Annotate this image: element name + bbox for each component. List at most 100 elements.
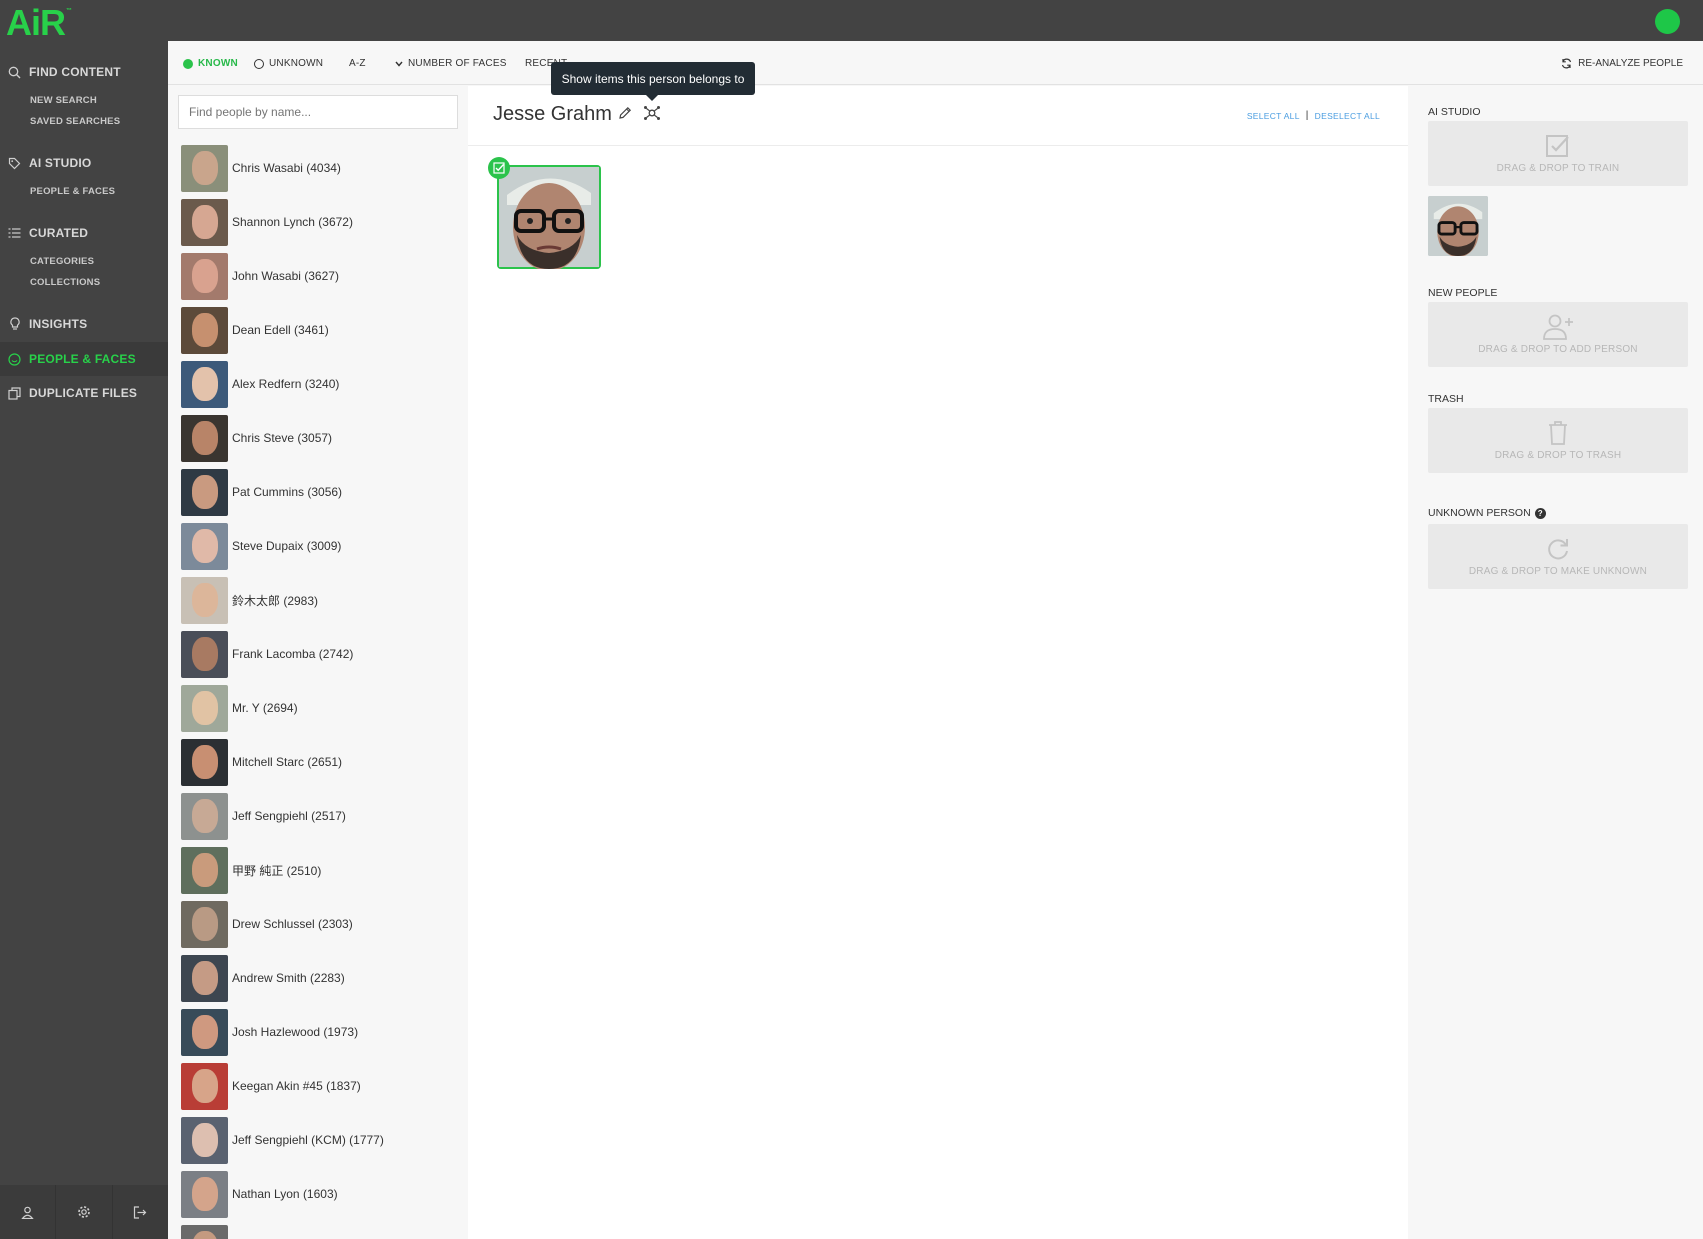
training-face-thumbnail[interactable] <box>1428 196 1488 256</box>
person-name: Jeff Sengpiehl (KCM) (1777) <box>232 1133 384 1147</box>
nav-people-faces-sub[interactable]: PEOPLE & FACES <box>30 186 115 197</box>
drop-zone-add-person-label: DRAG & DROP TO ADD PERSON <box>1478 344 1638 355</box>
sort-az[interactable]: A-Z <box>349 58 366 69</box>
nav-new-search[interactable]: NEW SEARCH <box>30 95 97 106</box>
person-name-title: Jesse Grahm <box>493 103 612 125</box>
people-list: Chris Wasabi (4034) Shannon Lynch (3672) J… <box>181 141 384 1239</box>
person-row[interactable]: Frank Lacomba (2742) <box>181 627 384 681</box>
find-people-input[interactable] <box>178 95 458 129</box>
person-row[interactable]: Pat Cummins (3056) <box>181 465 384 519</box>
tag-icon <box>7 156 22 170</box>
filter-known[interactable]: KNOWN <box>183 58 238 69</box>
person-avatar <box>181 522 228 570</box>
add-person-icon <box>1543 314 1573 340</box>
person-avatar <box>181 1170 228 1218</box>
person-row[interactable] <box>181 1221 384 1239</box>
nav-categories[interactable]: CATEGORIES <box>30 256 94 267</box>
person-row[interactable]: Dean Edell (3461) <box>181 303 384 357</box>
nav-people-faces[interactable]: PEOPLE & FACES <box>7 350 136 368</box>
person-name: Jeff Sengpiehl (2517) <box>232 809 346 823</box>
user-icon[interactable] <box>0 1185 57 1239</box>
person-row[interactable]: Keegan Akin #45 (1837) <box>181 1059 384 1113</box>
person-name: John Wasabi (3627) <box>232 269 339 283</box>
person-detail: Jesse Grahm SELECT ALL | DESELECT ALL <box>468 86 1408 1239</box>
person-avatar <box>181 684 228 732</box>
copy-icon <box>7 386 22 400</box>
nav-collections[interactable]: COLLECTIONS <box>30 277 100 288</box>
person-name: Mitchell Starc (2651) <box>232 755 343 769</box>
nav-curated[interactable]: CURATED <box>7 224 88 242</box>
person-name: Alex Redfern (3240) <box>232 377 340 391</box>
sidebar: FIND CONTENT NEW SEARCH SAVED SEARCHES A… <box>0 41 168 1239</box>
person-name: Andrew Smith (2283) <box>232 971 345 985</box>
drop-zone-train[interactable]: DRAG & DROP TO TRAIN <box>1428 121 1688 186</box>
person-avatar <box>181 954 228 1002</box>
select-all-link[interactable]: SELECT ALL <box>1247 111 1300 121</box>
person-row[interactable]: Jeff Sengpiehl (KCM) (1777) <box>181 1113 384 1167</box>
person-name: Shannon Lynch (3672) <box>232 215 353 229</box>
person-avatar <box>181 900 228 948</box>
person-name: Steve Dupaix (3009) <box>232 539 342 553</box>
person-row[interactable]: Chris Wasabi (4034) <box>181 141 384 195</box>
drop-zone-train-label: DRAG & DROP TO TRAIN <box>1496 163 1620 174</box>
air-logo[interactable]: AiR™ <box>6 2 72 44</box>
logout-icon[interactable] <box>113 1185 168 1239</box>
link-separator: | <box>1305 110 1309 121</box>
nav-insights[interactable]: INSIGHTS <box>7 315 87 333</box>
person-row[interactable]: Steve Dupaix (3009) <box>181 519 384 573</box>
person-row[interactable]: Josh Hazlewood (1973) <box>181 1005 384 1059</box>
person-row[interactable]: 鈴木太郎 (2983) <box>181 573 384 627</box>
person-row[interactable]: Mitchell Starc (2651) <box>181 735 384 789</box>
radio-empty-icon <box>254 58 264 69</box>
person-name: Frank Lacomba (2742) <box>232 647 354 661</box>
person-header: Jesse Grahm SELECT ALL | DESELECT ALL <box>468 86 1408 146</box>
person-avatar <box>181 414 228 462</box>
person-avatar <box>181 738 228 786</box>
person-name: 鈴木太郎 (2983) <box>232 593 319 608</box>
person-avatar <box>181 252 228 300</box>
person-avatar <box>181 792 228 840</box>
person-avatar <box>181 144 228 192</box>
ai-studio-label: AI STUDIO <box>1428 106 1481 118</box>
person-avatar <box>181 1062 228 1110</box>
network-icon[interactable] <box>643 105 661 126</box>
nav-duplicate-files[interactable]: DUPLICATE FILES <box>7 384 137 402</box>
filter-toolbar: KNOWN UNKNOWN A-Z NUMBER OF FACES RECENT… <box>168 41 1703 85</box>
help-icon[interactable]: ? <box>1534 507 1546 519</box>
search-icon <box>7 65 22 79</box>
person-row[interactable]: Chris Steve (3057) <box>181 411 384 465</box>
smiley-icon <box>7 352 22 366</box>
drop-zone-trash-label: DRAG & DROP TO TRASH <box>1494 450 1622 461</box>
person-row[interactable]: Mr. Y (2694) <box>181 681 384 735</box>
filter-unknown[interactable]: UNKNOWN <box>254 58 323 69</box>
reanalyze-people-button[interactable]: RE-ANALYZE PEOPLE <box>1561 58 1683 69</box>
face-thumbnail[interactable] <box>497 165 601 269</box>
person-avatar <box>181 630 228 678</box>
person-name: Chris Steve (3057) <box>232 431 333 445</box>
person-row[interactable]: 甲野 純正 (2510) <box>181 843 384 897</box>
drop-zone-add-person[interactable]: DRAG & DROP TO ADD PERSON <box>1428 302 1688 367</box>
person-row[interactable]: Alex Redfern (3240) <box>181 357 384 411</box>
drop-zone-trash[interactable]: DRAG & DROP TO TRASH <box>1428 408 1688 473</box>
train-icon <box>1546 135 1569 157</box>
person-row[interactable]: Andrew Smith (2283) <box>181 951 384 1005</box>
edit-pencil-icon[interactable] <box>618 106 632 125</box>
checkbox-checked-icon[interactable] <box>488 157 510 179</box>
person-row[interactable]: Drew Schlussel (2303) <box>181 897 384 951</box>
person-name: Drew Schlussel (2303) <box>232 917 353 931</box>
deselect-all-link[interactable]: DESELECT ALL <box>1315 111 1380 121</box>
sort-number-of-faces[interactable]: NUMBER OF FACES <box>395 58 507 69</box>
people-list-panel: Chris Wasabi (4034) Shannon Lynch (3672) J… <box>168 86 468 1239</box>
person-row[interactable]: Jeff Sengpiehl (2517) <box>181 789 384 843</box>
status-indicator[interactable] <box>1655 9 1680 34</box>
nav-find-content[interactable]: FIND CONTENT <box>7 63 121 81</box>
person-row[interactable]: Nathan Lyon (1603) <box>181 1167 384 1221</box>
drop-zone-make-unknown[interactable]: DRAG & DROP TO MAKE UNKNOWN <box>1428 524 1688 589</box>
person-row[interactable]: John Wasabi (3627) <box>181 249 384 303</box>
person-avatar <box>181 846 228 894</box>
person-row[interactable]: Shannon Lynch (3672) <box>181 195 384 249</box>
nav-ai-studio[interactable]: AI STUDIO <box>7 154 91 172</box>
nav-saved-searches[interactable]: SAVED SEARCHES <box>30 116 120 127</box>
gear-icon[interactable] <box>56 1185 113 1239</box>
list-icon <box>7 226 22 240</box>
